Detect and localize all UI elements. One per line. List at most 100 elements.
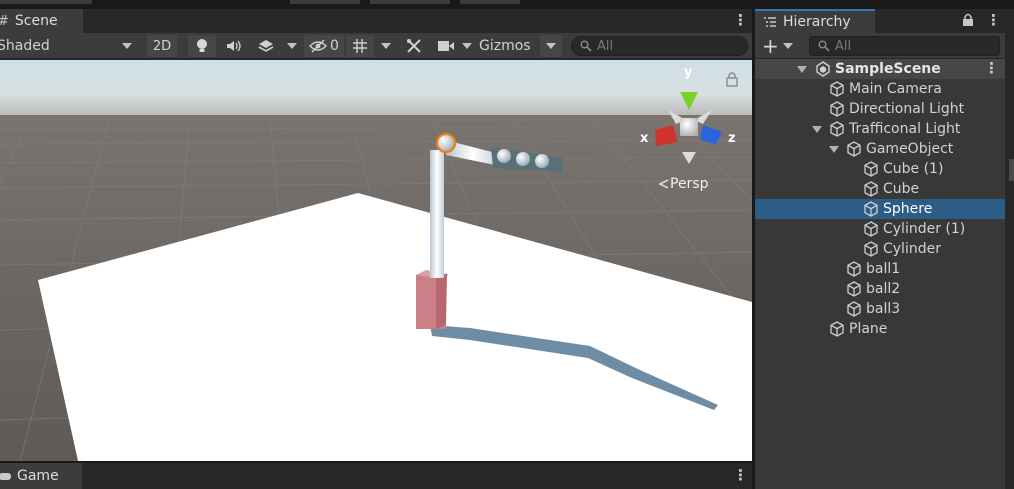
hash-icon: # — [0, 14, 9, 29]
unity-scene-icon — [816, 61, 830, 77]
projection-label[interactable]: Persp — [670, 176, 709, 192]
shading-mode-dropdown[interactable]: Shaded — [0, 35, 137, 57]
hierarchy-item-content: Cylinder (1) — [863, 221, 965, 237]
audio-toggle-button[interactable] — [220, 35, 248, 57]
grid-toggle-button[interactable] — [346, 35, 374, 57]
grid-dropdown[interactable] — [378, 35, 394, 57]
hidden-count: 0 — [330, 38, 339, 54]
cube-icon — [864, 221, 878, 237]
hierarchy-item-label: Cylinder — [883, 241, 941, 257]
video-camera-icon — [438, 41, 454, 51]
vertical-pole — [430, 150, 444, 278]
cube-icon — [830, 121, 844, 137]
grid-icon — [353, 39, 367, 53]
gizmos-label: Gizmos — [479, 38, 531, 54]
chevron-down-icon — [782, 43, 793, 49]
expand-arrow-icon[interactable] — [797, 66, 807, 73]
cube-icon — [864, 201, 878, 217]
scene-row-menu-icon[interactable]: ⋮ — [984, 61, 999, 76]
scene-viewport[interactable]: y x z Persp — [0, 60, 752, 461]
create-button[interactable]: + — [762, 36, 796, 56]
tools-icon — [407, 39, 421, 53]
eye-slash-icon — [309, 39, 328, 53]
camera-dropdown[interactable] — [459, 35, 475, 57]
axis-y-label: y — [684, 65, 693, 80]
hierarchy-search-placeholder: All — [835, 38, 852, 54]
top-tab-stub — [370, 0, 450, 4]
hierarchy-item[interactable]: GameObject — [755, 139, 1005, 159]
tab-scene[interactable]: # Scene — [0, 9, 83, 33]
hierarchy-item-label: ball2 — [866, 281, 901, 297]
hierarchy-item-content: ball3 — [846, 301, 900, 317]
signal-lamp — [497, 149, 511, 163]
hierarchy-search-input[interactable]: All — [809, 36, 1000, 56]
top-tab-stub — [0, 0, 92, 4]
cube-icon — [864, 241, 878, 257]
hierarchy-item-label: ball3 — [866, 301, 901, 317]
tab-game[interactable]: Game — [0, 463, 82, 489]
chevron-down-icon — [287, 43, 297, 49]
lighting-toggle-button[interactable] — [188, 35, 216, 57]
hierarchy-item[interactable]: Directional Light — [755, 99, 1005, 119]
hierarchy-item[interactable]: Sphere — [755, 199, 1005, 219]
hierarchy-item-content: Plane — [829, 321, 887, 337]
scene-search-placeholder: All — [597, 38, 614, 54]
expand-arrow-icon[interactable] — [812, 126, 822, 133]
hierarchy-item[interactable]: Cube (1) — [755, 159, 1005, 179]
camera-settings-button[interactable] — [433, 35, 459, 57]
base-block-side — [436, 274, 447, 330]
effects-toggle-button[interactable] — [252, 35, 280, 57]
tab-hierarchy-label: Hierarchy — [783, 14, 851, 30]
hierarchy-item-label: GameObject — [866, 141, 954, 157]
hierarchy-item-label: Directional Light — [849, 101, 965, 117]
scene-panel: # Scene ⋮ Shaded 2D 0 — [0, 9, 752, 461]
gizmos-button[interactable]: Gizmos — [477, 35, 537, 57]
hierarchy-item[interactable]: Cylinder (1) — [755, 219, 1005, 239]
cube-icon — [847, 141, 861, 157]
layers-icon — [258, 40, 274, 52]
hierarchy-item[interactable]: Cylinder — [755, 239, 1005, 259]
cube-icon — [830, 81, 844, 97]
game-menu-icon[interactable]: ⋮ — [733, 468, 748, 483]
gizmos-dropdown[interactable] — [540, 35, 562, 57]
scroll-marker[interactable] — [1009, 159, 1014, 181]
game-panel: Game ⋮ — [0, 463, 752, 489]
hierarchy-item[interactable]: Main Camera — [755, 79, 1005, 99]
2d-label: 2D — [152, 38, 172, 54]
scene-name: SampleScene — [835, 61, 941, 77]
hierarchy-item[interactable]: ball2 — [755, 279, 1005, 299]
hierarchy-item-content: Cube (1) — [863, 161, 943, 177]
scene-menu-icon[interactable]: ⋮ — [733, 13, 748, 28]
hierarchy-item[interactable]: Trafficonal Light — [755, 119, 1005, 139]
hierarchy-item-label: ball1 — [866, 261, 901, 277]
hierarchy-item[interactable]: ball3 — [755, 299, 1005, 319]
effects-dropdown[interactable] — [284, 35, 300, 57]
scene-tabbar: # Scene ⋮ — [0, 9, 752, 33]
signal-lamp — [516, 152, 530, 166]
scene-toolbar: Shaded 2D 0 Gizmos All — [0, 33, 752, 59]
list-icon — [764, 17, 776, 27]
hierarchy-item-label: Cylinder (1) — [883, 221, 966, 237]
hierarchy-item[interactable]: Plane — [755, 319, 1005, 339]
hierarchy-item-label: Cube (1) — [883, 161, 944, 177]
2d-toggle-button[interactable]: 2D — [147, 35, 177, 57]
gamepad-icon — [0, 473, 11, 480]
selected-sphere[interactable] — [435, 132, 457, 154]
hierarchy-item-content: Directional Light — [829, 101, 964, 117]
top-strip — [0, 0, 1014, 9]
tools-toggle-button[interactable] — [400, 35, 428, 57]
hierarchy-item-content: Cylinder — [863, 241, 941, 257]
expand-arrow-icon[interactable] — [829, 146, 839, 153]
scene-root-row[interactable]: SampleScene ⋮ — [755, 59, 1005, 79]
hierarchy-item[interactable]: ball1 — [755, 259, 1005, 279]
cube-icon — [830, 321, 844, 337]
lock-icon[interactable] — [962, 13, 974, 27]
hidden-objects-toggle[interactable]: 0 — [304, 35, 344, 57]
hierarchy-item-label: Plane — [849, 321, 888, 337]
hierarchy-item[interactable]: Cube — [755, 179, 1005, 199]
scene-search-input[interactable]: All — [571, 36, 748, 56]
tab-hierarchy[interactable]: Hierarchy — [755, 9, 875, 33]
scene-render[interactable] — [0, 60, 752, 461]
hierarchy-menu-icon[interactable]: ⋮ — [986, 13, 1001, 28]
tab-game-label: Game — [17, 468, 59, 484]
